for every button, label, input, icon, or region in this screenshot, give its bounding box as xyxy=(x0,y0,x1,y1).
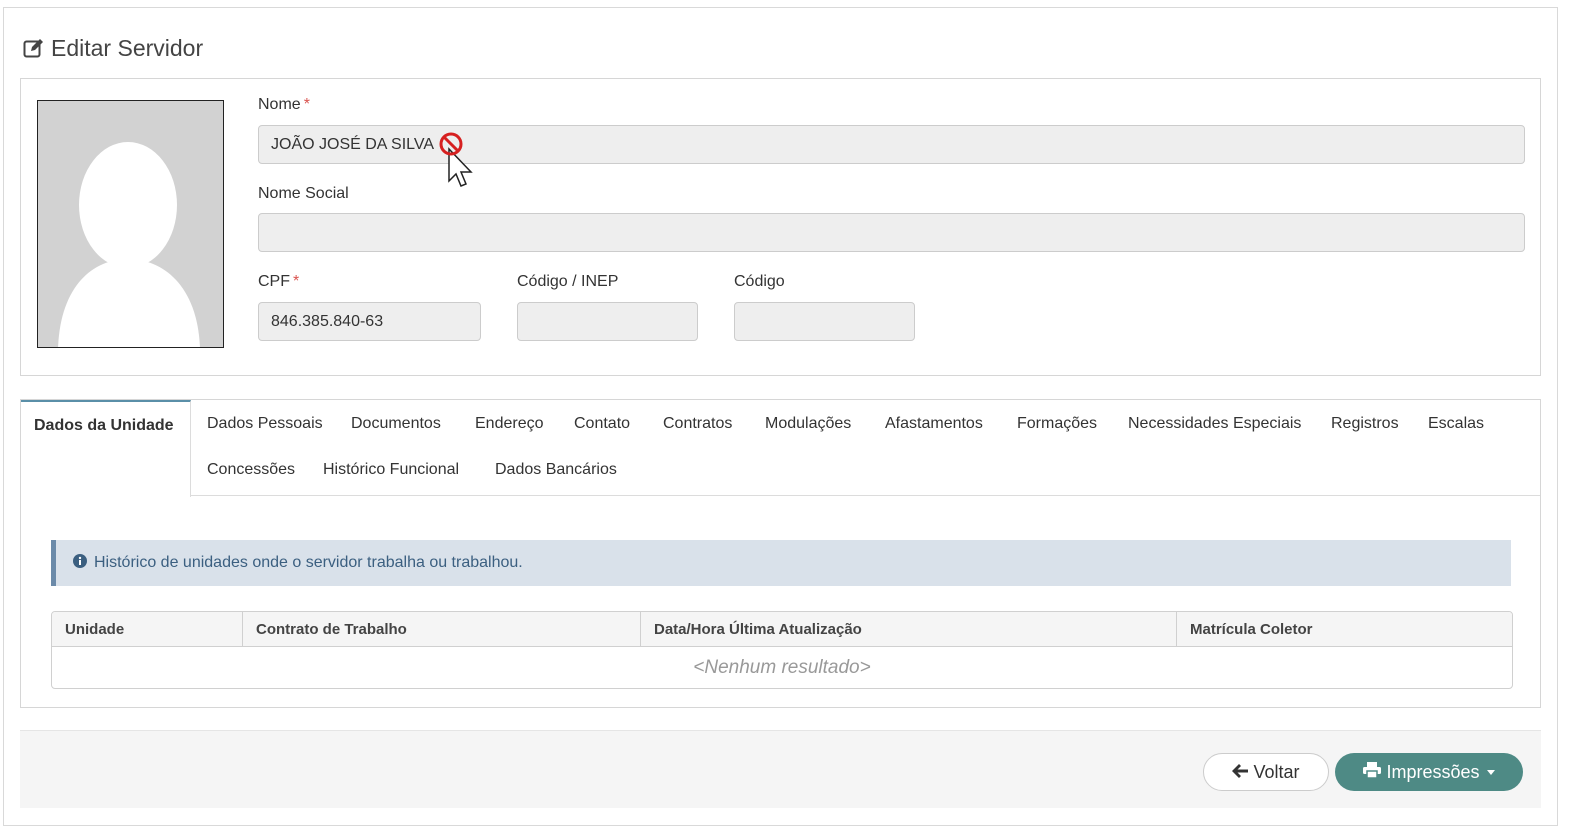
empty-message: <Nenhum resultado> xyxy=(693,657,871,678)
info-alert: Histórico de unidades onde o servidor tr… xyxy=(51,540,1511,586)
nome-value: JOÃO JOSÉ DA SILVA xyxy=(271,135,435,153)
codigo-field[interactable] xyxy=(734,302,915,341)
cpf-label: CPF * xyxy=(258,273,300,290)
nome-social-field[interactable] xyxy=(258,213,1525,252)
back-button-label: Voltar xyxy=(1253,761,1300,782)
column-header-contrato[interactable]: Contrato de Trabalho xyxy=(243,612,641,647)
tab-contratos[interactable]: Contratos xyxy=(663,415,732,433)
print-button-label: Impressões xyxy=(1386,761,1480,782)
main-panel: Editar Servidor Nome * JOÃO JOSÉ DA SILVA… xyxy=(3,7,1558,826)
tab-dados-pessoais[interactable]: Dados Pessoais xyxy=(207,415,323,433)
tab-contato[interactable]: Contato xyxy=(574,415,630,433)
back-button[interactable]: Voltar xyxy=(1203,753,1329,791)
codigo-inep-label: Código / INEP xyxy=(517,273,619,290)
info-circle-icon xyxy=(73,553,87,573)
nome-field[interactable]: JOÃO JOSÉ DA SILVA xyxy=(258,125,1525,164)
tabs-panel: Dados da Unidade Dados Pessoais Document… xyxy=(20,399,1541,708)
edit-icon xyxy=(23,38,45,58)
page-title: Editar Servidor xyxy=(23,34,203,62)
tab-modulacoes[interactable]: Modulações xyxy=(765,415,851,433)
tab-dados-da-unidade[interactable]: Dados da Unidade xyxy=(21,400,191,497)
table-header: Unidade Contrato de Trabalho Data/Hora Ú… xyxy=(52,612,1512,647)
tab-concessoes[interactable]: Concessões xyxy=(207,461,295,479)
column-header-unidade[interactable]: Unidade xyxy=(52,612,243,647)
tab-endereco[interactable]: Endereço xyxy=(475,415,544,433)
codigo-inep-field[interactable] xyxy=(517,302,698,341)
tab-registros[interactable]: Registros xyxy=(1331,415,1399,433)
nome-social-label: Nome Social xyxy=(258,185,349,202)
cpf-field[interactable]: 846.385.840-63 xyxy=(258,302,481,341)
caret-down-icon xyxy=(1486,769,1495,775)
tab-documentos[interactable]: Documentos xyxy=(351,415,441,433)
unidades-table: Unidade Contrato de Trabalho Data/Hora Ú… xyxy=(51,611,1513,689)
user-silhouette-icon xyxy=(37,100,224,348)
tab-afastamentos[interactable]: Afastamentos xyxy=(885,415,983,433)
info-text: Histórico de unidades onde o servidor tr… xyxy=(94,554,523,571)
tab-historico-funcional[interactable]: Histórico Funcional xyxy=(323,461,459,479)
tabs-bar: Dados da Unidade Dados Pessoais Document… xyxy=(21,400,1540,497)
codigo-label: Código xyxy=(734,273,785,290)
column-header-data-hora[interactable]: Data/Hora Última Atualização xyxy=(641,612,1177,647)
printer-icon xyxy=(1363,761,1382,783)
column-header-matricula[interactable]: Matrícula Coletor xyxy=(1177,612,1512,647)
nome-label: Nome * xyxy=(258,96,310,113)
arrow-left-icon xyxy=(1232,762,1249,783)
tab-formacoes[interactable]: Formações xyxy=(1017,415,1097,433)
tab-necessidades-especiais[interactable]: Necessidades Especiais xyxy=(1128,415,1301,433)
tab-escalas[interactable]: Escalas xyxy=(1428,415,1484,433)
profile-card: Nome * JOÃO JOSÉ DA SILVA Nome Social CPF… xyxy=(20,78,1541,376)
page-title-text: Editar Servidor xyxy=(51,34,204,61)
print-dropdown-button[interactable]: Impressões xyxy=(1335,753,1523,791)
footer-actions: Voltar Impressões xyxy=(20,730,1541,808)
cpf-value: 846.385.840-63 xyxy=(271,312,384,330)
tab-dados-bancarios[interactable]: Dados Bancários xyxy=(495,461,617,479)
